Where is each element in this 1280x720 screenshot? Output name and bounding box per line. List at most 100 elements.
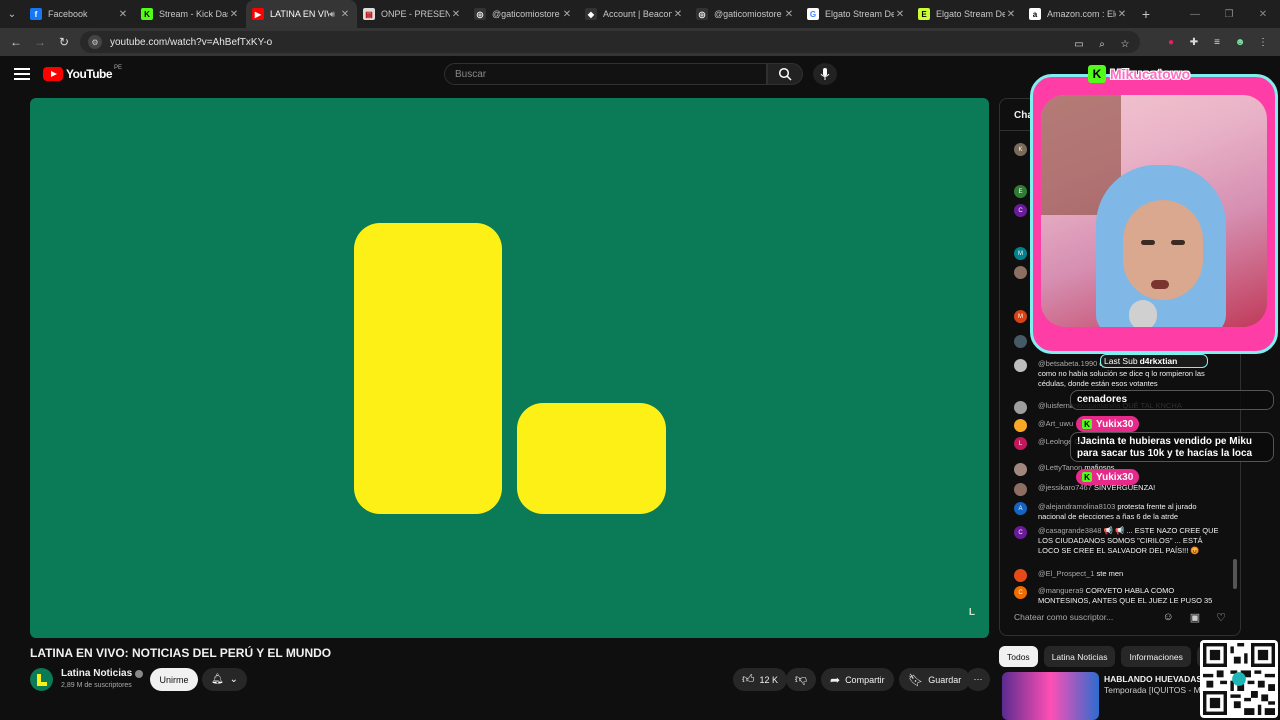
notification-bell-button[interactable]: 🔔︎ ⌄ — [202, 668, 247, 691]
guide-menu-icon[interactable] — [14, 68, 30, 80]
site-info-icon[interactable]: ⚙ — [88, 35, 102, 49]
chat-author-avatar[interactable] — [1014, 419, 1027, 432]
browser-tab[interactable]: G Elgato Stream De ✕ — [801, 0, 912, 28]
tab-search-icon[interactable]: ⌄ — [0, 0, 24, 28]
chat-author-name[interactable]: @alejandramolina8103 — [1038, 502, 1115, 511]
browser-tab[interactable]: ◎ @gaticomiostore ✕ — [690, 0, 801, 28]
chat-author-avatar[interactable] — [1014, 335, 1027, 348]
tab-title: Stream - Kick Dash — [159, 9, 228, 19]
chat-message[interactable]: @El_Prospect_1 ste men — [1014, 569, 1224, 582]
chat-author-name[interactable]: @betsabeta.1990 — [1038, 359, 1097, 368]
chat-author-avatar[interactable]: E — [1014, 185, 1027, 198]
profile-avatar-icon[interactable]: ☻ — [1233, 35, 1247, 49]
browser-menu-icon[interactable]: ⋮ — [1256, 35, 1270, 49]
browser-tab[interactable]: ◆ Account | Beacon ✕ — [579, 0, 690, 28]
cast-icon[interactable]: ▭ — [1072, 37, 1086, 51]
chat-author-avatar[interactable]: C — [1014, 586, 1027, 599]
filter-chip[interactable]: Informaciones — [1121, 646, 1191, 667]
chat-author-avatar[interactable] — [1014, 401, 1027, 414]
like-button[interactable]: 👍︎ 12 K — [733, 668, 788, 691]
search-button[interactable] — [767, 63, 803, 85]
join-button[interactable]: Unirme — [150, 668, 198, 691]
more-horizontal-icon: ⋯ — [973, 674, 983, 684]
chat-input[interactable]: Chatear como suscriptor... — [1014, 609, 1159, 625]
chat-author-avatar[interactable] — [1014, 266, 1027, 279]
filter-chip[interactable]: Latina Noticias — [1043, 646, 1116, 667]
chat-author-name[interactable]: @Leolnge — [1038, 437, 1072, 446]
new-tab-button[interactable]: + — [1134, 6, 1158, 22]
chat-author-avatar[interactable] — [1014, 359, 1027, 372]
browser-tab[interactable]: E Elgato Stream De ✕ — [912, 0, 1023, 28]
browser-tab[interactable]: K Stream - Kick Dash✕ — [135, 0, 246, 28]
chat-author-avatar[interactable]: A — [1014, 502, 1027, 515]
tab-close-icon[interactable]: ✕ — [1116, 9, 1128, 20]
dislike-button[interactable]: 👎︎ — [786, 668, 816, 691]
chat-author-name[interactable]: @LettyTanon — [1038, 463, 1082, 472]
video-player[interactable]: L — [30, 98, 989, 638]
youtube-logo[interactable]: YouTube PE — [43, 65, 122, 81]
chat-message[interactable]: C @manguera9 CORVETO HABLA COMO MONTESINO… — [1014, 586, 1224, 606]
chat-author-avatar[interactable]: M — [1014, 310, 1027, 323]
zoom-icon[interactable]: ⌕ — [1095, 37, 1109, 51]
chat-author-avatar[interactable]: L — [1014, 437, 1027, 450]
address-bar[interactable]: ⚙ youtube.com/watch?v=AhBefTxKY-o ▭ ⌕ ☆ — [80, 31, 1140, 53]
chat-author-name[interactable]: @El_Prospect_1 — [1038, 569, 1094, 578]
maximize-icon[interactable]: ❐ — [1212, 9, 1246, 20]
channel-watermark-icon[interactable]: L — [969, 607, 975, 618]
tab-close-icon[interactable]: ✕ — [894, 9, 906, 20]
reload-icon[interactable]: ↻ — [52, 35, 76, 49]
tab-close-icon[interactable]: ✕ — [339, 9, 351, 20]
recommended-video-title[interactable]: HABLANDO HUEVADAS - Temporada [IQUITOS -… — [1104, 674, 1204, 696]
chat-message[interactable]: C @casagrande3848 📢 📢 ... ESTE NAZO CREE … — [1014, 526, 1224, 556]
chat-scrollbar[interactable] — [1233, 559, 1237, 589]
tab-close-icon[interactable]: ✕ — [228, 9, 240, 20]
chat-author-avatar[interactable]: C — [1014, 526, 1027, 539]
super-chat-icon[interactable]: ▣ — [1190, 611, 1200, 624]
recommended-video-thumbnail[interactable] — [1002, 672, 1099, 720]
forward-icon[interactable]: → — [28, 35, 52, 49]
emoji-icon[interactable]: ☺ — [1162, 611, 1173, 624]
voice-search-button[interactable] — [813, 63, 837, 85]
chat-author-avatar[interactable]: K — [1014, 143, 1027, 156]
chat-author-avatar[interactable] — [1014, 569, 1027, 582]
tab-close-icon[interactable]: ✕ — [783, 9, 795, 20]
latina-logo-square — [517, 403, 666, 514]
tab-close-icon[interactable]: ✕ — [672, 9, 684, 20]
chat-author-avatar[interactable]: C — [1014, 204, 1027, 217]
share-button[interactable]: ➦ Compartir — [821, 668, 894, 691]
back-icon[interactable]: ← — [4, 35, 28, 49]
browser-tab[interactable]: ▶ LATINA EN VIV 🔊︎ ✕ — [246, 0, 357, 28]
chat-author-avatar[interactable] — [1014, 483, 1027, 496]
tab-title: @gaticomiostore — [714, 9, 782, 19]
chat-message[interactable]: A @alejandramolina8103 protesta frente al… — [1014, 502, 1224, 522]
channel-avatar[interactable] — [30, 668, 53, 691]
tab-close-icon[interactable]: ✕ — [450, 9, 462, 20]
chat-author-name[interactable]: @manguera9 — [1038, 586, 1084, 595]
save-button[interactable]: 🔖︎ Guardar — [899, 668, 971, 691]
tab-audio-icon[interactable]: 🔊︎ — [329, 9, 335, 20]
close-window-icon[interactable]: ✕ — [1246, 9, 1280, 20]
heart-icon[interactable]: ♡ — [1216, 611, 1226, 624]
tab-close-icon[interactable]: ✕ — [561, 9, 573, 20]
extensions-puzzle-icon[interactable]: ✚ — [1187, 35, 1201, 49]
bookmark-star-icon[interactable]: ☆ — [1118, 37, 1132, 51]
more-actions-button[interactable]: ⋯ — [966, 668, 990, 691]
browser-tab[interactable]: a Amazon.com : Elg ✕ — [1023, 0, 1134, 28]
media-controls-icon[interactable]: ≡ — [1210, 35, 1224, 49]
chat-author-name[interactable]: @Art_uwu — [1038, 419, 1073, 428]
minimize-icon[interactable]: — — [1178, 9, 1212, 20]
search-input[interactable]: Buscar — [444, 63, 767, 85]
filter-chip[interactable]: Todos — [999, 646, 1038, 667]
extension-color-icon[interactable]: ● — [1164, 35, 1178, 49]
browser-tab[interactable]: ◎ @gaticomiostore ✕ — [468, 0, 579, 28]
tab-title: LATINA EN VIV — [270, 9, 330, 19]
chat-author-avatar[interactable]: M — [1014, 247, 1027, 260]
browser-tab[interactable]: f Facebook ✕ — [24, 0, 135, 28]
tab-close-icon[interactable]: ✕ — [117, 9, 129, 20]
channel-name-link[interactable]: Latina Noticias — [61, 668, 144, 679]
browser-tab[interactable]: ▤ ONPE - PRESENTA✕ — [357, 0, 468, 28]
chat-author-name[interactable]: @casagrande3848 — [1038, 526, 1102, 535]
thumbs-down-icon: 👎︎ — [794, 672, 808, 686]
tab-close-icon[interactable]: ✕ — [1005, 9, 1017, 20]
chat-author-avatar[interactable] — [1014, 463, 1027, 476]
